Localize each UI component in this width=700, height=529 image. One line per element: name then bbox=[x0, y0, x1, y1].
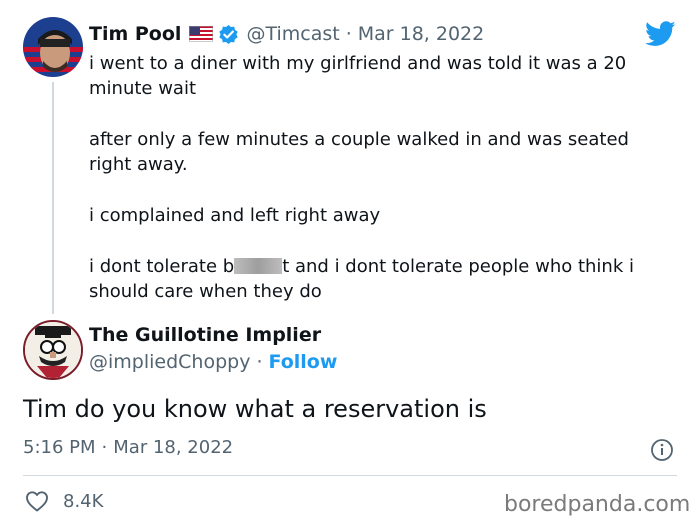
quoted-tweet-text: i went to a diner with my girlfriend and… bbox=[89, 51, 679, 304]
tim-pool-avatar-image bbox=[23, 17, 83, 77]
quoted-text-line: right away. bbox=[89, 154, 188, 175]
reply-date[interactable]: Mar 18, 2022 bbox=[113, 437, 233, 458]
follow-link[interactable]: Follow bbox=[269, 351, 338, 373]
reply-tweet-text: Tim do you know what a reservation is bbox=[23, 395, 487, 423]
info-icon[interactable] bbox=[650, 438, 674, 462]
heart-icon bbox=[25, 490, 49, 512]
verified-badge-icon bbox=[218, 24, 239, 45]
guillotine-implier-avatar[interactable] bbox=[23, 320, 83, 380]
quoted-text-line: after only a few minutes a couple walked… bbox=[89, 129, 629, 150]
quoted-display-name[interactable]: Tim Pool bbox=[89, 23, 181, 45]
tim-pool-avatar[interactable] bbox=[23, 17, 83, 77]
reply-handle[interactable]: @impliedChoppy bbox=[89, 351, 250, 373]
divider bbox=[23, 475, 677, 476]
quoted-tweet-header: Tim Pool @Timcast · Mar 18, 2022 bbox=[89, 21, 484, 47]
thread-line bbox=[52, 82, 54, 314]
quoted-text-line: i went to a diner with my girlfriend and… bbox=[89, 53, 627, 74]
like-button[interactable]: 8.4K bbox=[25, 488, 103, 514]
like-count: 8.4K bbox=[63, 490, 104, 512]
quoted-text-fragment: t and i dont tolerate people who think i bbox=[282, 256, 634, 277]
reply-time[interactable]: 5:16 PM bbox=[23, 437, 96, 458]
quoted-handle[interactable]: @Timcast bbox=[246, 23, 339, 45]
us-flag-icon bbox=[189, 26, 214, 42]
quoted-text-line: minute wait bbox=[89, 78, 197, 99]
quoted-separator: · bbox=[345, 23, 352, 45]
reply-handle-row: @impliedChoppy · Follow bbox=[89, 351, 337, 373]
reply-separator: · bbox=[256, 351, 263, 373]
censor-blur bbox=[234, 258, 283, 274]
reply-display-name[interactable]: The Guillotine Implier bbox=[89, 324, 321, 346]
quoted-text-line: i complained and left right away bbox=[89, 205, 381, 226]
guillotine-implier-avatar-image bbox=[25, 322, 81, 378]
twitter-bird-icon bbox=[645, 21, 676, 47]
quoted-date[interactable]: Mar 18, 2022 bbox=[358, 23, 485, 45]
reply-timestamp-separator: · bbox=[101, 437, 108, 458]
boredpanda-watermark: boredpanda.com bbox=[504, 492, 691, 517]
reply-timestamp-row: 5:16 PM · Mar 18, 2022 bbox=[23, 437, 233, 458]
quoted-text-line: should care when they do bbox=[89, 281, 322, 302]
quoted-text-line: i dont tolerate b t and i dont tolerate p… bbox=[89, 254, 679, 279]
quoted-text-fragment: i dont tolerate b bbox=[89, 256, 235, 277]
